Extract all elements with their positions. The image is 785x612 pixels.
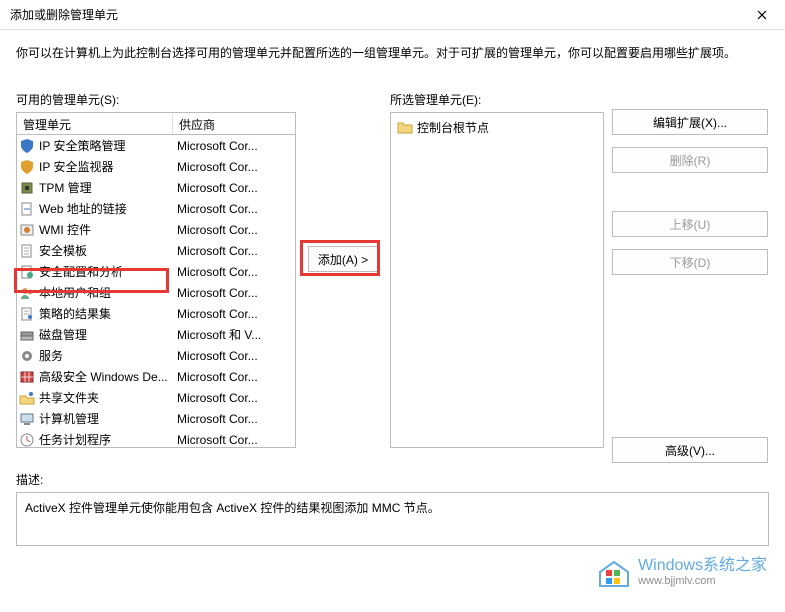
list-item[interactable]: 本地用户和组Microsoft Cor...: [17, 282, 295, 303]
snapin-icon: [19, 180, 35, 196]
transfer-column: 添加(A) >: [304, 91, 382, 272]
snapin-icon: [19, 348, 35, 364]
list-item[interactable]: 安全模板Microsoft Cor...: [17, 240, 295, 261]
snapin-name: IP 安全监视器: [39, 158, 173, 175]
description-section: 描述: ActiveX 控件管理单元使你能用包含 ActiveX 控件的结果视图…: [16, 471, 769, 546]
snapin-vendor: Microsoft Cor...: [173, 223, 295, 237]
actions-column: 编辑扩展(X)... 删除(R) 上移(U) 下移(D) 高级(V)...: [612, 91, 768, 463]
edit-extensions-button[interactable]: 编辑扩展(X)...: [612, 109, 768, 135]
snapin-icon: [19, 432, 35, 448]
snapin-name: Web 地址的链接: [39, 200, 173, 217]
snapin-vendor: Microsoft Cor...: [173, 391, 295, 405]
tree-root-item[interactable]: 控制台根节点: [395, 117, 599, 138]
list-item[interactable]: WMI 控件Microsoft Cor...: [17, 219, 295, 240]
snapin-vendor: Microsoft Cor...: [173, 202, 295, 216]
selected-tree[interactable]: 控制台根节点: [390, 112, 604, 448]
list-item[interactable]: 磁盘管理Microsoft 和 V...: [17, 324, 295, 345]
snapin-icon: [19, 159, 35, 175]
watermark-line2: www.bjjmlv.com: [638, 575, 767, 587]
list-item[interactable]: 策略的结果集Microsoft Cor...: [17, 303, 295, 324]
folder-icon: [397, 120, 413, 136]
watermark-logo-icon: [596, 554, 632, 590]
snapin-icon: [19, 243, 35, 259]
add-button[interactable]: 添加(A) >: [308, 246, 378, 272]
snapin-name: IP 安全策略管理: [39, 137, 173, 154]
snapin-icon: [19, 285, 35, 301]
snapin-name: WMI 控件: [39, 221, 173, 238]
tree-root-label: 控制台根节点: [417, 119, 489, 136]
snapin-icon: [19, 369, 35, 385]
close-button[interactable]: [739, 0, 785, 30]
header-snapin[interactable]: 管理单元: [17, 113, 173, 134]
snapin-icon: [19, 306, 35, 322]
snapin-vendor: Microsoft Cor...: [173, 370, 295, 384]
snapin-vendor: Microsoft Cor...: [173, 412, 295, 426]
snapin-icon: [19, 390, 35, 406]
list-item[interactable]: IP 安全监视器Microsoft Cor...: [17, 156, 295, 177]
header-vendor[interactable]: 供应商: [173, 113, 295, 134]
snapin-icon: [19, 264, 35, 280]
snapin-icon: [19, 138, 35, 154]
snapin-vendor: Microsoft Cor...: [173, 286, 295, 300]
snapin-vendor: Microsoft Cor...: [173, 244, 295, 258]
available-list[interactable]: IP 安全策略管理Microsoft Cor...IP 安全监视器Microso…: [16, 134, 296, 448]
list-item[interactable]: 高级安全 Windows De...Microsoft Cor...: [17, 366, 295, 387]
snapin-vendor: Microsoft Cor...: [173, 181, 295, 195]
titlebar: 添加或删除管理单元: [0, 0, 785, 30]
snapin-vendor: Microsoft Cor...: [173, 160, 295, 174]
content-area: 你可以在计算机上为此控制台选择可用的管理单元并配置所选的一组管理单元。对于可扩展…: [0, 30, 785, 556]
available-snapins-section: 可用的管理单元(S): 管理单元 供应商 IP 安全策略管理Microsoft …: [16, 91, 296, 448]
snapin-vendor: Microsoft 和 V...: [173, 326, 295, 343]
move-up-button[interactable]: 上移(U): [612, 211, 768, 237]
advanced-button[interactable]: 高级(V)...: [612, 437, 768, 463]
snapin-name: 共享文件夹: [39, 389, 173, 406]
snapin-name: 安全配置和分析: [39, 263, 173, 280]
snapin-vendor: Microsoft Cor...: [173, 307, 295, 321]
list-item[interactable]: 安全配置和分析Microsoft Cor...: [17, 261, 295, 282]
move-down-button[interactable]: 下移(D): [612, 249, 768, 275]
snapin-vendor: Microsoft Cor...: [173, 433, 295, 447]
description-box: ActiveX 控件管理单元使你能用包含 ActiveX 控件的结果视图添加 M…: [16, 492, 769, 546]
list-item[interactable]: Web 地址的链接Microsoft Cor...: [17, 198, 295, 219]
list-item[interactable]: IP 安全策略管理Microsoft Cor...: [17, 135, 295, 156]
description-label: 描述:: [16, 471, 769, 488]
list-item[interactable]: TPM 管理Microsoft Cor...: [17, 177, 295, 198]
snapin-vendor: Microsoft Cor...: [173, 139, 295, 153]
window-title: 添加或删除管理单元: [10, 6, 739, 23]
intro-text: 你可以在计算机上为此控制台选择可用的管理单元并配置所选的一组管理单元。对于可扩展…: [16, 44, 769, 63]
snapin-icon: [19, 327, 35, 343]
snapin-icon: [19, 201, 35, 217]
snapin-name: TPM 管理: [39, 179, 173, 196]
snapin-name: 服务: [39, 347, 173, 364]
watermark-line1: Windows系统之家: [638, 557, 767, 575]
list-item[interactable]: 服务Microsoft Cor...: [17, 345, 295, 366]
snapin-vendor: Microsoft Cor...: [173, 265, 295, 279]
snapin-name: 磁盘管理: [39, 326, 173, 343]
selected-snapins-section: 所选管理单元(E): 控制台根节点: [390, 91, 604, 448]
snapin-name: 高级安全 Windows De...: [39, 368, 173, 385]
list-item[interactable]: 共享文件夹Microsoft Cor...: [17, 387, 295, 408]
snapin-name: 安全模板: [39, 242, 173, 259]
watermark: Windows系统之家 www.bjjmlv.com: [596, 554, 767, 590]
available-label: 可用的管理单元(S):: [16, 91, 296, 108]
snapin-icon: [19, 222, 35, 238]
remove-button[interactable]: 删除(R): [612, 147, 768, 173]
snapin-icon: [19, 411, 35, 427]
snapin-name: 计算机管理: [39, 410, 173, 427]
snapin-name: 任务计划程序: [39, 431, 173, 448]
close-icon: [757, 10, 767, 20]
snapin-name: 策略的结果集: [39, 305, 173, 322]
list-item[interactable]: 任务计划程序Microsoft Cor...: [17, 429, 295, 448]
snapin-name: 本地用户和组: [39, 284, 173, 301]
snapin-vendor: Microsoft Cor...: [173, 349, 295, 363]
selected-label: 所选管理单元(E):: [390, 91, 604, 108]
list-item[interactable]: 计算机管理Microsoft Cor...: [17, 408, 295, 429]
available-list-header: 管理单元 供应商: [16, 112, 296, 134]
